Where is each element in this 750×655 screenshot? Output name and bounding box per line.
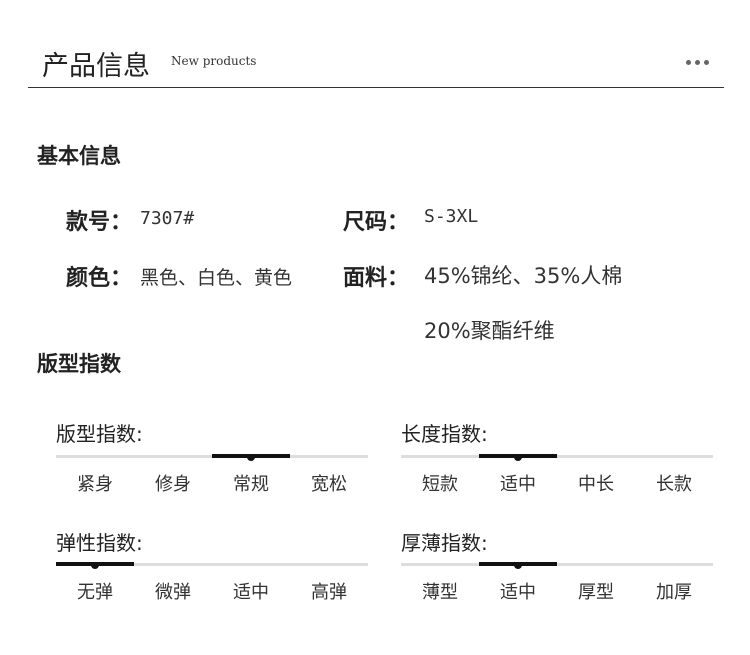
thickness-index-label: 厚薄指数: [401, 531, 488, 555]
length-option[interactable]: 长款 [635, 470, 713, 496]
header-divider [28, 87, 724, 88]
style-no-label: 款号： [66, 210, 133, 235]
basic-info-title: 基本信息 [37, 144, 121, 168]
fit-option[interactable]: 宽松 [290, 470, 368, 496]
color-label: 颜色： [66, 266, 133, 291]
thickness-index-slider[interactable] [401, 562, 713, 569]
thickness-option[interactable]: 适中 [479, 578, 557, 604]
length-index-label: 长度指数: [401, 422, 488, 446]
stretch-option[interactable]: 高弹 [290, 578, 368, 604]
stretch-index-marker[interactable] [91, 564, 99, 569]
stretch-option[interactable]: 微弹 [134, 578, 212, 604]
page-title: 产品信息 [42, 51, 150, 82]
page-header: 产品信息 New products [0, 0, 750, 95]
stretch-index-slider[interactable] [56, 562, 368, 569]
length-index-slider[interactable] [401, 454, 713, 461]
thickness-option[interactable]: 加厚 [635, 578, 713, 604]
more-dots-icon[interactable] [686, 60, 712, 66]
length-option[interactable]: 中长 [557, 470, 635, 496]
fit-option[interactable]: 修身 [134, 470, 212, 496]
fit-index-label: 版型指数: [56, 422, 143, 446]
stretch-option[interactable]: 无弹 [56, 578, 134, 604]
fit-index-title: 版型指数 [37, 352, 121, 376]
stretch-option[interactable]: 适中 [212, 578, 290, 604]
thickness-index-marker[interactable] [514, 564, 522, 569]
thickness-option[interactable]: 厚型 [557, 578, 635, 604]
color-value: 黑色、白色、黄色 [140, 267, 293, 289]
stretch-index-label: 弹性指数: [56, 531, 143, 555]
fit-index-slider[interactable] [56, 454, 368, 461]
page-subtitle: New products [171, 54, 257, 68]
size-value: S-3XL [424, 206, 479, 227]
fabric-value-line1: 45%锦纶、35%人棉 [424, 264, 623, 288]
fit-option[interactable]: 常规 [212, 470, 290, 496]
fabric-value-line2: 20%聚酯纤维 [424, 319, 555, 343]
fabric-label: 面料： [343, 266, 410, 291]
fit-index-marker[interactable] [247, 456, 255, 461]
style-no-value: 7307# [140, 208, 195, 229]
length-index-marker[interactable] [514, 456, 522, 461]
length-option[interactable]: 适中 [479, 470, 557, 496]
thickness-option[interactable]: 薄型 [401, 578, 479, 604]
fit-option[interactable]: 紧身 [56, 470, 134, 496]
size-label: 尺码： [343, 210, 410, 235]
length-option[interactable]: 短款 [401, 470, 479, 496]
